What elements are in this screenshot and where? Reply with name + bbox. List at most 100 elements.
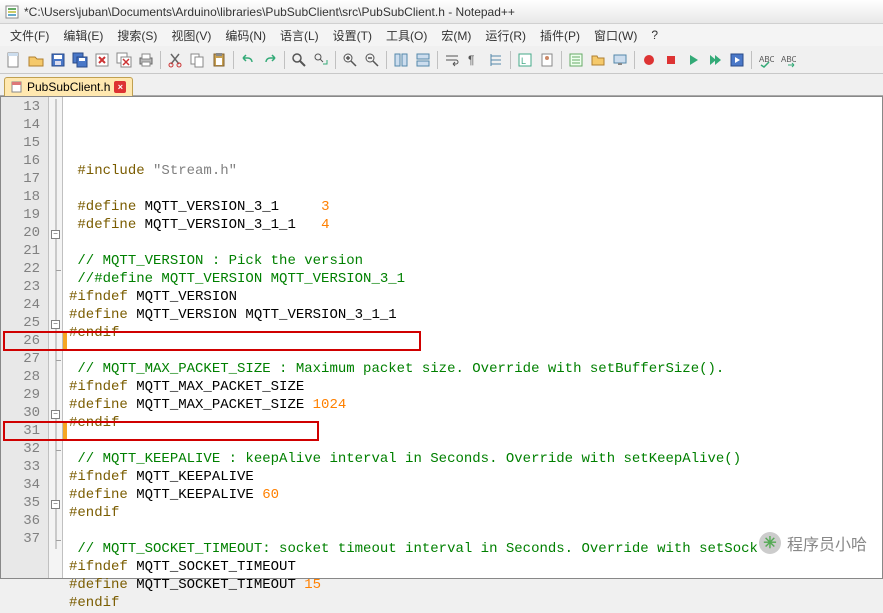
toolbar: ¶ L ABC ABC bbox=[0, 46, 883, 74]
new-file-icon[interactable] bbox=[4, 50, 24, 70]
indent-guide-icon[interactable] bbox=[486, 50, 506, 70]
code-line[interactable]: #define MQTT_VERSION MQTT_VERSION_3_1_1 bbox=[67, 307, 882, 325]
redo-icon[interactable] bbox=[260, 50, 280, 70]
spellcheck-next-icon[interactable]: ABC bbox=[778, 50, 798, 70]
code-line[interactable] bbox=[67, 235, 882, 253]
save-all-icon[interactable] bbox=[70, 50, 90, 70]
code-line[interactable]: // MQTT_KEEPALIVE : keepAlive interval i… bbox=[67, 451, 882, 469]
save-macro-icon[interactable] bbox=[727, 50, 747, 70]
line-number: 34 bbox=[1, 477, 48, 495]
zoom-in-icon[interactable] bbox=[340, 50, 360, 70]
monitor-icon[interactable] bbox=[610, 50, 630, 70]
line-number: 32 bbox=[1, 441, 48, 459]
cut-icon[interactable] bbox=[165, 50, 185, 70]
fold-cell bbox=[49, 369, 62, 387]
code-line[interactable]: #define MQTT_SOCKET_TIMEOUT 15 bbox=[67, 577, 882, 595]
code-line[interactable]: // MQTT_VERSION : Pick the version bbox=[67, 253, 882, 271]
doc-map-icon[interactable] bbox=[537, 50, 557, 70]
play-macro-icon[interactable] bbox=[683, 50, 703, 70]
fold-cell[interactable]: − bbox=[49, 495, 62, 513]
separator bbox=[751, 51, 752, 69]
replace-icon[interactable] bbox=[311, 50, 331, 70]
fold-toggle-icon[interactable]: − bbox=[51, 500, 60, 509]
svg-text:¶: ¶ bbox=[468, 53, 474, 67]
show-all-chars-icon[interactable]: ¶ bbox=[464, 50, 484, 70]
code-line[interactable]: #ifndef MQTT_VERSION bbox=[67, 289, 882, 307]
save-icon[interactable] bbox=[48, 50, 68, 70]
folder-tree-icon[interactable] bbox=[588, 50, 608, 70]
fold-cell bbox=[49, 459, 62, 477]
code-line[interactable]: // MQTT_MAX_PACKET_SIZE : Maximum packet… bbox=[67, 361, 882, 379]
code-area[interactable]: #include "Stream.h" #define MQTT_VERSION… bbox=[67, 97, 882, 578]
tab-close-icon[interactable]: × bbox=[114, 81, 126, 93]
fold-cell[interactable]: − bbox=[49, 405, 62, 423]
undo-icon[interactable] bbox=[238, 50, 258, 70]
code-line[interactable]: #define MQTT_VERSION_3_1 3 bbox=[67, 199, 882, 217]
svg-text:ABC: ABC bbox=[781, 55, 796, 64]
wordwrap-icon[interactable] bbox=[442, 50, 462, 70]
fold-cell[interactable]: − bbox=[49, 225, 62, 243]
spellcheck-icon[interactable]: ABC bbox=[756, 50, 776, 70]
code-line[interactable]: //#define MQTT_VERSION MQTT_VERSION_3_1 bbox=[67, 271, 882, 289]
editor[interactable]: 1314151617181920212223242526272829303132… bbox=[0, 96, 883, 579]
line-number: 24 bbox=[1, 297, 48, 315]
menu-settings[interactable]: 设置(T) bbox=[327, 25, 378, 46]
line-number: 13 bbox=[1, 99, 48, 117]
menu-edit[interactable]: 编辑(E) bbox=[57, 25, 109, 46]
code-line[interactable]: #define MQTT_KEEPALIVE 60 bbox=[67, 487, 882, 505]
fold-column[interactable]: − − − − bbox=[49, 97, 63, 578]
fold-toggle-icon[interactable]: − bbox=[51, 320, 60, 329]
line-number: 19 bbox=[1, 207, 48, 225]
code-line[interactable]: #define MQTT_VERSION_3_1_1 4 bbox=[67, 217, 882, 235]
sync-h-icon[interactable] bbox=[413, 50, 433, 70]
code-line[interactable]: #include "Stream.h" bbox=[67, 163, 882, 181]
menu-tools[interactable]: 工具(O) bbox=[380, 25, 433, 46]
close-all-icon[interactable] bbox=[114, 50, 134, 70]
code-line[interactable]: #endif bbox=[67, 505, 882, 523]
record-macro-icon[interactable] bbox=[639, 50, 659, 70]
tab-pubsubclient[interactable]: PubSubClient.h × bbox=[4, 77, 133, 96]
menu-macro[interactable]: 宏(M) bbox=[435, 25, 477, 46]
menu-plugins[interactable]: 插件(P) bbox=[534, 25, 586, 46]
stop-macro-icon[interactable] bbox=[661, 50, 681, 70]
menu-encoding[interactable]: 编码(N) bbox=[219, 25, 272, 46]
code-line[interactable]: #endif bbox=[67, 325, 882, 343]
menu-run[interactable]: 运行(R) bbox=[479, 25, 532, 46]
print-icon[interactable] bbox=[136, 50, 156, 70]
code-line[interactable] bbox=[67, 343, 882, 361]
sync-v-icon[interactable] bbox=[391, 50, 411, 70]
menu-help[interactable]: ? bbox=[645, 26, 664, 44]
menu-search[interactable]: 搜索(S) bbox=[111, 25, 163, 46]
code-line[interactable]: // MQTT_SOCKET_TIMEOUT: socket timeout i… bbox=[67, 541, 882, 559]
fold-toggle-icon[interactable]: − bbox=[51, 410, 60, 419]
lang-icon[interactable]: L bbox=[515, 50, 535, 70]
menu-view[interactable]: 视图(V) bbox=[165, 25, 217, 46]
copy-icon[interactable] bbox=[187, 50, 207, 70]
menu-file[interactable]: 文件(F) bbox=[4, 25, 55, 46]
find-icon[interactable] bbox=[289, 50, 309, 70]
separator bbox=[284, 51, 285, 69]
code-line[interactable]: #endif bbox=[67, 415, 882, 433]
code-line[interactable]: #ifndef MQTT_KEEPALIVE bbox=[67, 469, 882, 487]
fold-cell bbox=[49, 171, 62, 189]
code-line[interactable]: #ifndef MQTT_SOCKET_TIMEOUT bbox=[67, 559, 882, 577]
code-line[interactable]: #define MQTT_MAX_PACKET_SIZE 1024 bbox=[67, 397, 882, 415]
paste-icon[interactable] bbox=[209, 50, 229, 70]
close-icon[interactable] bbox=[92, 50, 112, 70]
code-line[interactable]: #endif bbox=[67, 595, 882, 613]
code-line[interactable] bbox=[67, 523, 882, 541]
code-line[interactable]: #ifndef MQTT_MAX_PACKET_SIZE bbox=[67, 379, 882, 397]
menu-window[interactable]: 窗口(W) bbox=[588, 25, 643, 46]
zoom-out-icon[interactable] bbox=[362, 50, 382, 70]
fold-cell[interactable]: − bbox=[49, 315, 62, 333]
func-list-icon[interactable] bbox=[566, 50, 586, 70]
code-line[interactable] bbox=[67, 181, 882, 199]
menu-language[interactable]: 语言(L) bbox=[274, 25, 325, 46]
fold-cell bbox=[49, 513, 62, 531]
play-multi-icon[interactable] bbox=[705, 50, 725, 70]
fold-toggle-icon[interactable]: − bbox=[51, 230, 60, 239]
line-number: 36 bbox=[1, 513, 48, 531]
tab-label: PubSubClient.h bbox=[27, 80, 110, 94]
code-line[interactable] bbox=[67, 433, 882, 451]
open-file-icon[interactable] bbox=[26, 50, 46, 70]
